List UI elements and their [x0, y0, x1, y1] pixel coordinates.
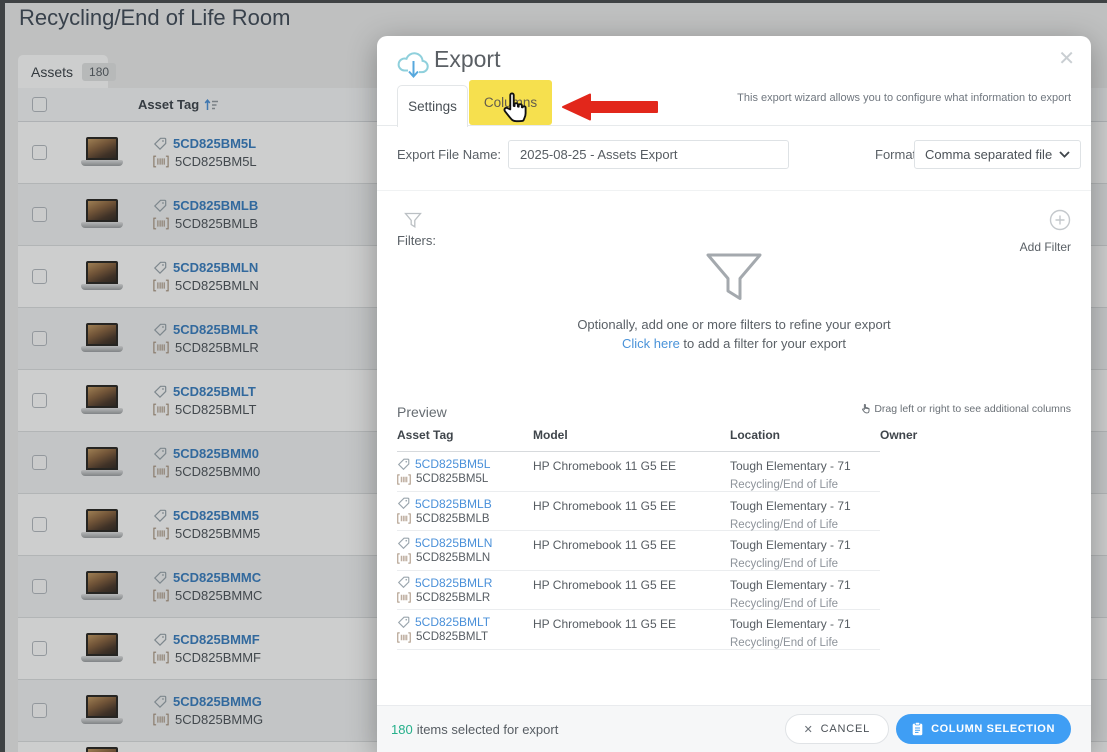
tag-icon	[397, 576, 410, 589]
chevron-down-icon	[1059, 151, 1070, 158]
preview-table-header: Asset Tag Model Location Owner	[397, 428, 1071, 442]
preview-asset-tag-link[interactable]: 5CD825BM5L	[415, 457, 490, 471]
preview-model: HP Chromebook 11 G5 EE	[533, 536, 730, 572]
barcode-icon	[397, 513, 411, 524]
preview-location: Tough Elementary - 71	[730, 576, 851, 592]
preview-sublocation: Recycling/End of Life	[730, 598, 838, 610]
format-select-value: Comma separated file	[925, 147, 1059, 162]
drag-hint: Drag left or right to see additional col…	[861, 403, 1071, 415]
preview-model: HP Chromebook 11 G5 EE	[533, 615, 730, 651]
add-filter-button[interactable]: Add Filter	[1001, 209, 1071, 254]
preview-sublocation: Recycling/End of Life	[730, 519, 838, 531]
preview-sublocation: Recycling/End of Life	[730, 479, 838, 491]
export-modal: Export ✕ This export wizard allows you t…	[377, 36, 1091, 752]
preview-row: 5CD825BMLN 5CD825BMLN HP Chromebook 11 G…	[397, 531, 880, 571]
preview-rows: 5CD825BM5L 5CD825BM5L HP Chromebook 11 G…	[397, 452, 880, 650]
barcode-icon	[397, 632, 411, 643]
preview-location: Tough Elementary - 71	[730, 457, 851, 473]
tab-settings[interactable]: Settings	[397, 85, 468, 127]
file-name-label: Export File Name:	[397, 147, 501, 162]
preview-col-owner[interactable]: Owner	[880, 428, 1071, 442]
preview-model: HP Chromebook 11 G5 EE	[533, 576, 730, 612]
column-selection-button[interactable]: COLUMN SELECTION	[896, 714, 1071, 744]
preview-col-asset-tag[interactable]: Asset Tag	[397, 428, 533, 442]
cancel-button-label: CANCEL	[821, 723, 870, 735]
filters-empty-text: Optionally, add one or more filters to r…	[377, 317, 1091, 332]
preview-serial-text: 5CD825BMLR	[416, 592, 490, 604]
tab-settings-label: Settings	[408, 99, 457, 114]
section-divider	[377, 190, 1091, 191]
preview-asset-tag-link[interactable]: 5CD825BMLT	[415, 615, 490, 629]
selection-count: 180 items selected for export	[391, 722, 558, 737]
preview-row: 5CD825BMLR 5CD825BMLR HP Chromebook 11 G…	[397, 571, 880, 611]
annotation-arrow-left	[562, 93, 658, 121]
selection-count-text: items selected for export	[417, 722, 559, 737]
file-name-input[interactable]	[508, 140, 789, 169]
format-select[interactable]: Comma separated file	[914, 140, 1081, 169]
preview-serial-text: 5CD825BM5L	[416, 473, 488, 485]
tag-icon	[397, 458, 410, 471]
preview-serial-text: 5CD825BMLB	[416, 513, 490, 525]
preview-asset-tag-link[interactable]: 5CD825BMLB	[415, 497, 492, 511]
preview-asset-tag-link[interactable]: 5CD825BMLR	[415, 576, 492, 590]
preview-location: Tough Elementary - 71	[730, 497, 851, 513]
filter-funnel-icon	[404, 212, 422, 229]
clipboard-icon	[912, 722, 923, 736]
preview-row: 5CD825BMLB 5CD825BMLB HP Chromebook 11 G…	[397, 492, 880, 532]
tag-icon	[397, 537, 410, 550]
preview-row: 5CD825BM5L 5CD825BM5L HP Chromebook 11 G…	[397, 452, 880, 492]
preview-label: Preview	[397, 404, 447, 420]
filters-label: Filters:	[397, 233, 436, 248]
owner-column-highlight	[880, 452, 994, 563]
cloud-export-icon	[396, 49, 433, 79]
preview-model: HP Chromebook 11 G5 EE	[533, 497, 730, 533]
empty-filters-funnel-icon	[705, 252, 763, 302]
cancel-x-icon: ✕	[804, 723, 814, 736]
wizard-hint-text: This export wizard allows you to configu…	[737, 92, 1071, 104]
filters-empty-cta-tail: to add a filter for your export	[680, 336, 846, 351]
preview-location: Tough Elementary - 71	[730, 615, 851, 631]
tabbar-divider	[377, 125, 1091, 126]
preview-location: Tough Elementary - 71	[730, 536, 851, 552]
barcode-icon	[397, 474, 411, 485]
preview-sublocation: Recycling/End of Life	[730, 637, 838, 649]
preview-col-model[interactable]: Model	[533, 428, 730, 442]
modal-footer: 180 items selected for export ✕ CANCEL CO…	[377, 705, 1091, 752]
preview-serial-text: 5CD825BMLT	[416, 631, 488, 643]
preview-row: 5CD825BMLT 5CD825BMLT HP Chromebook 11 G…	[397, 610, 880, 650]
plus-circle-icon	[1049, 209, 1071, 231]
preview-col-location[interactable]: Location	[730, 428, 880, 442]
cursor-hand-icon	[499, 92, 529, 128]
cancel-button[interactable]: ✕ CANCEL	[785, 714, 889, 744]
selection-count-number: 180	[391, 722, 413, 737]
click-here-link[interactable]: Click here	[622, 336, 680, 351]
preview-sublocation: Recycling/End of Life	[730, 558, 838, 570]
preview-serial-text: 5CD825BMLN	[416, 552, 490, 564]
barcode-icon	[397, 592, 411, 603]
add-filter-label: Add Filter	[1001, 240, 1071, 254]
preview-asset-tag-link[interactable]: 5CD825BMLN	[415, 536, 492, 550]
filters-empty-cta: Click here to add a filter for your expo…	[377, 336, 1091, 351]
column-selection-label: COLUMN SELECTION	[931, 723, 1055, 735]
tag-icon	[397, 616, 410, 629]
preview-model: HP Chromebook 11 G5 EE	[533, 457, 730, 493]
drag-hint-text: Drag left or right to see additional col…	[874, 403, 1071, 415]
close-icon[interactable]: ✕	[1058, 46, 1075, 71]
barcode-icon	[397, 553, 411, 564]
tag-icon	[397, 497, 410, 510]
screen: Recycling/End of Life Room Assets 180 As…	[0, 0, 1107, 752]
modal-title: Export	[434, 46, 500, 73]
drag-hand-icon	[861, 404, 870, 415]
